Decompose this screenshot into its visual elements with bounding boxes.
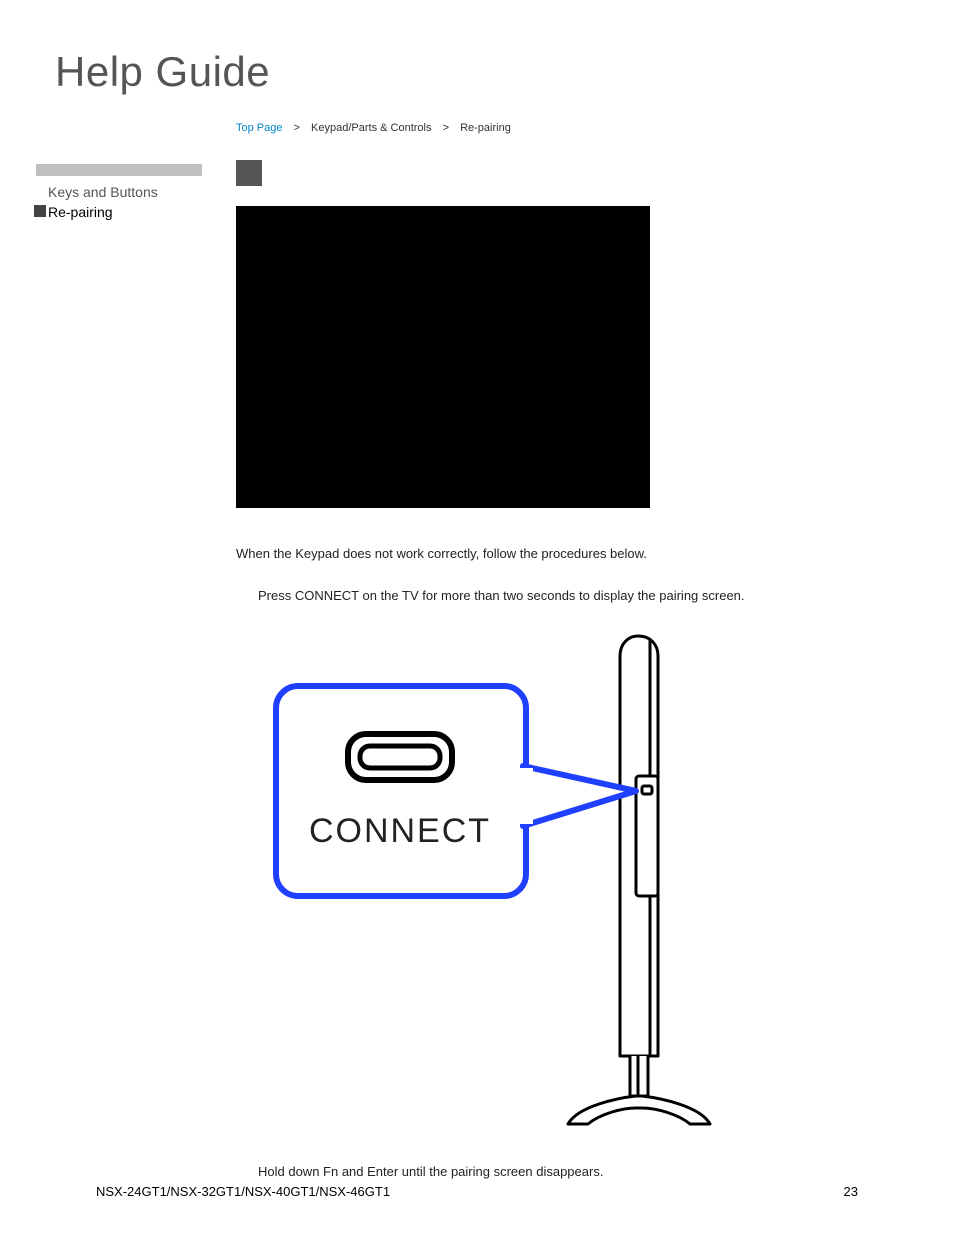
connect-diagram: CONNECT [258,626,748,1134]
breadcrumb-level2: Keypad/Parts & Controls [311,122,431,134]
breadcrumb: Top Page > Keypad/Parts & Controls > Re-… [236,122,511,134]
footer-models: NSX-24GT1/NSX-32GT1/NSX-40GT1/NSX-46GT1 [96,1184,390,1199]
breadcrumb-separator: > [294,122,300,134]
connect-label: CONNECT [309,812,491,850]
breadcrumb-level3: Re-pairing [460,122,511,134]
video-placeholder [236,206,650,508]
step-2-text: Hold down Fn and Enter until the pairing… [258,1164,603,1179]
page-title: Help Guide [55,48,270,96]
footer-page-number: 23 [844,1184,858,1199]
intro-text: When the Keypad does not work correctly,… [236,546,647,561]
step-1-text: Press CONNECT on the TV for more than tw… [258,588,745,603]
sidebar-item-re-pairing[interactable]: Re-pairing [36,202,202,222]
section-marker-icon [236,160,262,186]
sidebar-item-keys-and-buttons[interactable]: Keys and Buttons [36,182,202,202]
breadcrumb-separator: > [443,122,449,134]
sidebar: Keys and Buttons Re-pairing [36,164,202,222]
breadcrumb-top-page[interactable]: Top Page [236,122,282,134]
sidebar-divider [36,164,202,176]
